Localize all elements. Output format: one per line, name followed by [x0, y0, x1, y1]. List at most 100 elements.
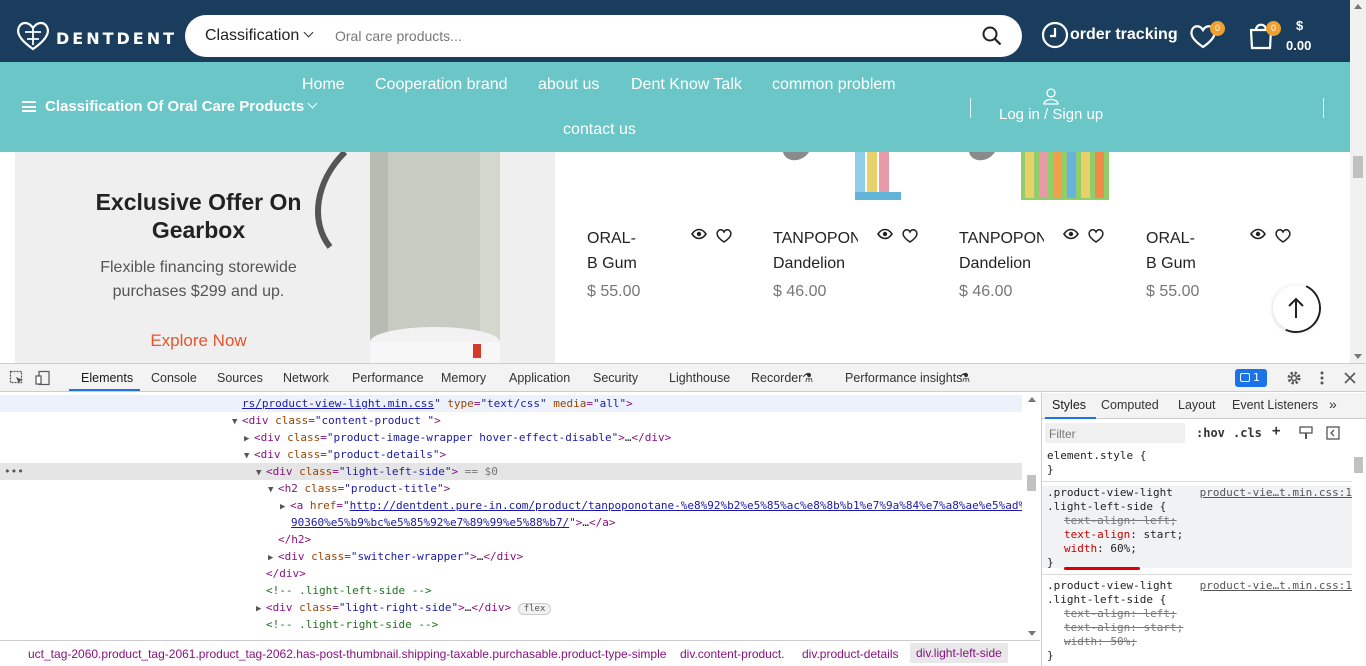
dom-line[interactable]: ▼ <div class="product-details"> [0, 446, 1022, 463]
tab-styles[interactable]: Styles [1052, 398, 1086, 412]
nav-link-contact-us[interactable]: contact us [563, 121, 636, 139]
styles-scrollbar[interactable] [1351, 449, 1366, 666]
scroll-down-arrow[interactable] [1354, 354, 1362, 359]
explore-now-link[interactable]: Explore Now [75, 331, 322, 351]
search-category-select[interactable]: Classification [205, 27, 314, 45]
href-link[interactable]: http://dentdent.pure-in.com/product/tanp… [350, 499, 1022, 512]
scroll-up-arrow[interactable] [1354, 4, 1362, 9]
tab-sources[interactable]: Sources [217, 371, 263, 385]
css-property[interactable]: text-align: start; [1047, 528, 1352, 542]
dom-line[interactable]: ▶ <div class="product-image-wrapper hover… [0, 429, 1022, 446]
css-property[interactable]: width: 60%; [1047, 542, 1352, 556]
rule-source-link[interactable]: product-vie…t.min.css:1 [1200, 579, 1352, 592]
close-icon[interactable] [1342, 370, 1358, 386]
scrollbar-thumb[interactable] [1027, 475, 1036, 491]
back-to-top-button[interactable] [1273, 285, 1319, 331]
dom-tree-scrollbar[interactable] [1024, 393, 1040, 640]
css-rule[interactable]: .product-view-light .light-left-side { p… [1042, 486, 1352, 569]
heart-icon[interactable] [1088, 228, 1104, 243]
dom-line[interactable]: ▶ <a href="http://dentdent.pure-in.com/pr… [0, 497, 1022, 514]
class-toggle[interactable]: .cls [1233, 426, 1262, 440]
category-menu-button[interactable]: Classification Of Oral Care Products [22, 98, 318, 115]
scrollbar-thumb[interactable] [1353, 156, 1363, 178]
styles-filter-input[interactable]: Filter [1045, 423, 1185, 443]
stylesheet-link[interactable]: rs/product-view-light.min.css [242, 397, 434, 410]
tab-memory[interactable]: Memory [441, 371, 486, 385]
paint-brush-icon[interactable] [1299, 426, 1313, 440]
tab-computed[interactable]: Computed [1101, 398, 1159, 412]
heart-icon[interactable] [902, 228, 918, 243]
tab-lighthouse[interactable]: Lighthouse [669, 371, 730, 385]
device-toolbar-icon[interactable] [35, 370, 51, 386]
dom-line[interactable]: <!-- .light-left-side --> [0, 582, 1022, 599]
inspect-element-icon[interactable] [9, 370, 25, 386]
nav-link-about-us[interactable]: about us [538, 76, 599, 94]
product-name-line2[interactable]: B Gum [1146, 251, 1196, 276]
nav-link-cooperation-brand[interactable]: Cooperation brand [375, 76, 508, 94]
product-name[interactable]: ORAL- [1146, 226, 1231, 251]
more-options-icon[interactable] [1314, 370, 1330, 386]
nav-link-home[interactable]: Home [302, 76, 345, 94]
page-scrollbar[interactable] [1350, 0, 1366, 363]
product-name-line2[interactable]: Dandelion [773, 251, 845, 276]
css-property-overridden[interactable]: text-align: left; [1047, 514, 1352, 528]
nav-link-dent-know-talk[interactable]: Dent Know Talk [631, 76, 742, 94]
css-rule-element-style[interactable]: element.style { } [1042, 449, 1352, 477]
dom-line[interactable]: ▶ <div class="switcher-wrapper">…</div> [0, 548, 1022, 565]
css-rule[interactable]: .product-view-light .light-left-side { p… [1042, 579, 1352, 662]
product-card[interactable]: TANPOPONOTANE Dandelion $ 46.00 [959, 152, 1139, 363]
css-property-overridden[interactable]: width: 50%; [1047, 635, 1352, 649]
tab-event-listeners[interactable]: Event Listeners [1232, 398, 1318, 412]
dom-line[interactable]: 90360%e5%b9%bc%e5%85%92%e7%89%99%e5%88%b… [0, 514, 1022, 531]
eye-icon[interactable] [877, 228, 893, 240]
product-name-line2[interactable]: B Gum [587, 251, 637, 276]
heart-icon[interactable] [1275, 228, 1291, 243]
product-card[interactable]: ORAL- B Gum $ 55.00 [587, 152, 767, 363]
tab-application[interactable]: Application [509, 371, 570, 385]
css-property-overridden[interactable]: text-align: start; [1047, 621, 1352, 635]
cart-total[interactable]: $ 0.00 [1286, 16, 1311, 56]
login-signup-link[interactable]: Log in / Sign up [999, 88, 1103, 123]
href-link[interactable]: 90360%e5%b9%bc%e5%85%92%e7%89%99%e5%88%b… [291, 516, 569, 529]
breadcrumb-item-current[interactable]: div.light-left-side [910, 643, 1008, 663]
scroll-up-arrow[interactable] [1028, 397, 1036, 402]
scrollbar-thumb[interactable] [1354, 457, 1363, 473]
hover-state-toggle[interactable]: :hov [1196, 426, 1225, 440]
tab-layout[interactable]: Layout [1178, 398, 1216, 412]
product-name[interactable]: TANPOPONOTANE [773, 226, 858, 251]
issues-badge[interactable]: 1 [1235, 369, 1267, 387]
product-card[interactable]: TANPOPONOTANE Dandelion $ 46.00 [773, 152, 953, 363]
dom-line[interactable]: </h2> [0, 531, 1022, 548]
tab-elements[interactable]: Elements [81, 371, 133, 385]
tab-recorder[interactable]: Recorder [751, 371, 802, 385]
tab-console[interactable]: Console [151, 371, 197, 385]
site-logo[interactable]: DENTDENT [14, 18, 177, 52]
order-tracking-link[interactable]: order tracking [1041, 21, 1178, 49]
search-input[interactable] [335, 25, 935, 47]
search-icon[interactable] [982, 26, 1002, 46]
gear-icon[interactable] [1286, 370, 1302, 386]
dom-line[interactable]: </div> [0, 565, 1022, 582]
eye-icon[interactable] [1063, 228, 1079, 240]
eye-icon[interactable] [691, 228, 707, 240]
product-name[interactable]: ORAL- [587, 226, 672, 251]
breadcrumb-item[interactable]: div.product-details [802, 647, 899, 661]
tab-network[interactable]: Network [283, 371, 329, 385]
sidebar-toggle-icon[interactable] [1326, 426, 1340, 440]
tab-security[interactable]: Security [593, 371, 638, 385]
more-tabs-icon[interactable]: » [1329, 396, 1337, 412]
add-rule-icon[interactable]: + [1272, 423, 1280, 439]
dom-line[interactable]: <!-- .light-right-side --> [0, 616, 1022, 633]
dom-line[interactable]: ▶ <div class="light-right-side">…</div> f… [0, 599, 1022, 616]
tab-performance[interactable]: Performance [352, 371, 424, 385]
css-property-overridden[interactable]: text-align: left; [1047, 607, 1352, 621]
eye-icon[interactable] [1250, 228, 1266, 240]
flex-badge[interactable]: flex [517, 603, 552, 615]
breadcrumb-item[interactable]: uct_tag-2060.product_tag-2061.product_ta… [28, 647, 666, 661]
dom-line[interactable]: ▼ <h2 class="product-title"> [0, 480, 1022, 497]
scroll-down-arrow[interactable] [1028, 631, 1036, 636]
dom-line[interactable]: ▼ <div class="content-product "> [0, 412, 1022, 429]
product-name-line2[interactable]: Dandelion [959, 251, 1031, 276]
nav-link-common-problem[interactable]: common problem [772, 76, 896, 94]
breadcrumb-item[interactable]: div.content-product. [680, 647, 785, 661]
